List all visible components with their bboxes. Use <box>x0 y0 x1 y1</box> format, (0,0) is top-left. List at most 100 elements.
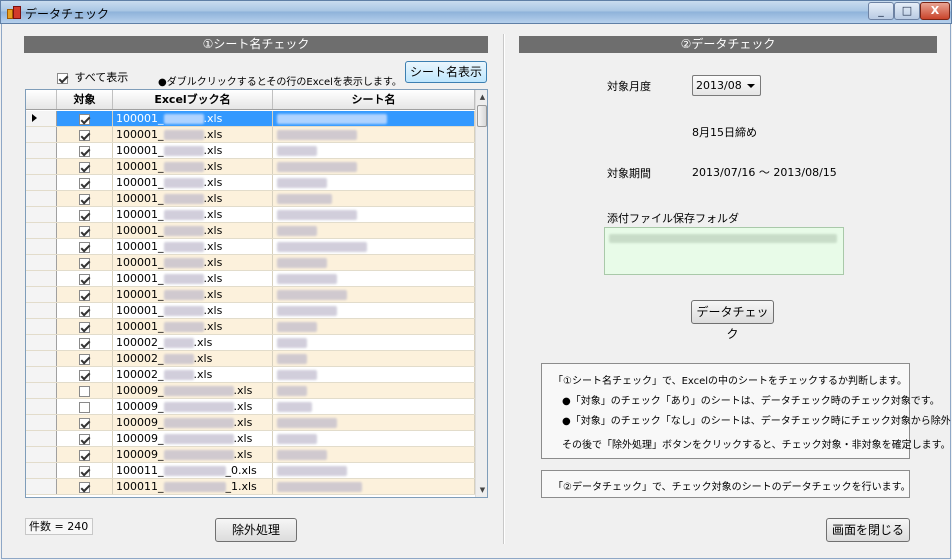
row-header[interactable] <box>26 479 57 494</box>
target-checkbox[interactable] <box>79 401 90 413</box>
minimize-button[interactable]: _ <box>868 2 894 20</box>
book-name-cell[interactable]: 100001_ .xls <box>113 271 273 286</box>
table-row[interactable]: 100002_ .xls <box>26 367 475 383</box>
target-checkbox[interactable] <box>79 481 90 493</box>
target-checkbox[interactable] <box>79 353 90 365</box>
row-header[interactable] <box>26 303 57 318</box>
book-name-cell[interactable]: 100001_ .xls <box>113 207 273 222</box>
target-checkbox[interactable] <box>79 273 90 285</box>
book-name-cell[interactable]: 100002_ .xls <box>113 335 273 350</box>
book-name-cell[interactable]: 100009_ .xls <box>113 415 273 430</box>
sheet-name-cell[interactable] <box>273 111 475 126</box>
sheet-name-cell[interactable] <box>273 303 475 318</box>
target-checkbox[interactable] <box>79 465 90 477</box>
sheet-name-cell[interactable] <box>273 335 475 350</box>
table-row[interactable]: 100001_ .xls <box>26 111 475 127</box>
target-cell[interactable] <box>57 447 113 462</box>
sheet-name-cell[interactable] <box>273 399 475 414</box>
sheet-name-cell[interactable] <box>273 479 475 494</box>
data-check-button[interactable]: データチェック <box>691 300 774 341</box>
maximize-button[interactable]: □ <box>894 2 920 20</box>
table-row[interactable]: 100001_ .xls <box>26 127 475 143</box>
row-header[interactable] <box>26 367 57 382</box>
select-all-check-icon[interactable] <box>57 72 68 84</box>
book-name-cell[interactable]: 100001_ .xls <box>113 127 273 142</box>
table-row[interactable]: 100001_ .xls <box>26 271 475 287</box>
row-header[interactable] <box>26 239 57 254</box>
target-checkbox[interactable] <box>79 113 90 125</box>
sheet-name-cell[interactable] <box>273 143 475 158</box>
row-header[interactable] <box>26 271 57 286</box>
target-cell[interactable] <box>57 415 113 430</box>
sheet-name-cell[interactable] <box>273 287 475 302</box>
target-cell[interactable] <box>57 191 113 206</box>
book-name-cell[interactable]: 100009_ .xls <box>113 383 273 398</box>
grid-scrollbar[interactable]: ▲ ▼ <box>475 90 487 497</box>
row-header[interactable] <box>26 287 57 302</box>
target-checkbox[interactable] <box>79 129 90 141</box>
target-cell[interactable] <box>57 175 113 190</box>
scroll-up-icon[interactable]: ▲ <box>476 90 487 104</box>
exclude-button[interactable]: 除外処理 <box>215 518 297 542</box>
target-cell[interactable] <box>57 351 113 366</box>
target-checkbox[interactable] <box>79 369 90 381</box>
row-header[interactable] <box>26 415 57 430</box>
column-header-book[interactable]: Excelブック名 <box>113 90 273 109</box>
book-name-cell[interactable]: 100001_ .xls <box>113 303 273 318</box>
scroll-down-icon[interactable]: ▼ <box>476 483 487 497</box>
target-cell[interactable] <box>57 127 113 142</box>
target-checkbox[interactable] <box>79 209 90 221</box>
sheet-name-cell[interactable] <box>273 127 475 142</box>
row-header[interactable] <box>26 111 57 126</box>
attach-folder-field[interactable] <box>604 227 844 275</box>
table-row[interactable]: 100001_ .xls <box>26 143 475 159</box>
target-cell[interactable] <box>57 223 113 238</box>
target-checkbox[interactable] <box>79 145 90 157</box>
target-checkbox[interactable] <box>79 177 90 189</box>
target-cell[interactable] <box>57 207 113 222</box>
sheet-name-cell[interactable] <box>273 175 475 190</box>
table-row[interactable]: 100001_ .xls <box>26 255 475 271</box>
sheet-name-cell[interactable] <box>273 351 475 366</box>
row-header[interactable] <box>26 447 57 462</box>
row-header[interactable] <box>26 383 57 398</box>
sheet-name-cell[interactable] <box>273 255 475 270</box>
book-name-cell[interactable]: 100001_ .xls <box>113 319 273 334</box>
column-header-target[interactable]: 対象 <box>57 90 113 109</box>
table-row[interactable]: 100001_ .xls <box>26 191 475 207</box>
show-sheet-button[interactable]: シート名表示 <box>405 61 487 83</box>
sheet-name-cell[interactable] <box>273 191 475 206</box>
book-name-cell[interactable]: 100001_ .xls <box>113 143 273 158</box>
book-name-cell[interactable]: 100009_ .xls <box>113 431 273 446</box>
target-checkbox[interactable] <box>79 257 90 269</box>
target-checkbox[interactable] <box>79 241 90 253</box>
table-row[interactable]: 100009_ .xls <box>26 399 475 415</box>
book-name-cell[interactable]: 100001_ .xls <box>113 287 273 302</box>
row-header[interactable] <box>26 463 57 478</box>
select-all-checkbox[interactable]: すべて表示 <box>57 69 128 85</box>
target-checkbox[interactable] <box>79 305 90 317</box>
table-row[interactable]: 100002_ .xls <box>26 351 475 367</box>
sheet-name-cell[interactable] <box>273 415 475 430</box>
table-row[interactable]: 100001_ .xls <box>26 287 475 303</box>
table-row[interactable]: 100001_ .xls <box>26 303 475 319</box>
row-header[interactable] <box>26 175 57 190</box>
book-name-cell[interactable]: 100002_ .xls <box>113 351 273 366</box>
target-checkbox[interactable] <box>79 433 90 445</box>
book-name-cell[interactable]: 100001_ .xls <box>113 239 273 254</box>
target-cell[interactable] <box>57 479 113 494</box>
target-cell[interactable] <box>57 271 113 286</box>
row-header[interactable] <box>26 207 57 222</box>
row-header[interactable] <box>26 319 57 334</box>
close-window-button[interactable]: X <box>920 2 950 20</box>
target-cell[interactable] <box>57 431 113 446</box>
table-row[interactable]: 100001_ .xls <box>26 319 475 335</box>
target-cell[interactable] <box>57 383 113 398</box>
column-header-sheet[interactable]: シート名 <box>273 90 475 109</box>
row-header[interactable] <box>26 159 57 174</box>
sheet-name-cell[interactable] <box>273 367 475 382</box>
target-checkbox[interactable] <box>79 449 90 461</box>
sheet-name-cell[interactable] <box>273 463 475 478</box>
target-cell[interactable] <box>57 143 113 158</box>
table-row[interactable]: 100011_ _0.xls <box>26 463 475 479</box>
